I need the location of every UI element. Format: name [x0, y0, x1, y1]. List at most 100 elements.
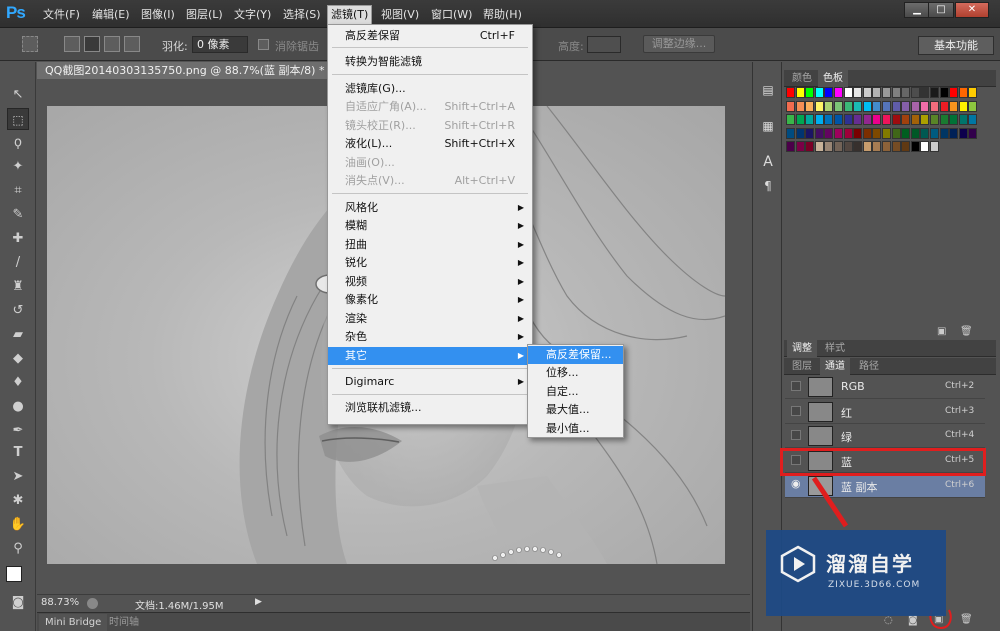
- menu-edit[interactable]: 编辑(E): [89, 7, 133, 23]
- tab-color[interactable]: 颜色: [787, 70, 817, 87]
- color-swatch[interactable]: [862, 100, 872, 112]
- new-swatch-icon[interactable]: ▣: [937, 326, 946, 337]
- menu-item-smart-filter[interactable]: 转换为智能滤镜: [328, 53, 532, 71]
- visibility-toggle[interactable]: [791, 406, 801, 416]
- menu-item-video[interactable]: 视频 ▶: [328, 273, 532, 291]
- color-swatch[interactable]: [949, 114, 959, 125]
- color-swatch[interactable]: [834, 114, 843, 125]
- tab-layers[interactable]: 图层: [787, 358, 817, 375]
- color-swatch[interactable]: [853, 127, 863, 139]
- color-swatch[interactable]: [939, 114, 949, 125]
- menu-help[interactable]: 帮助(H): [480, 7, 525, 23]
- color-swatch[interactable]: [891, 127, 901, 139]
- minimize-icon[interactable]: ▁: [904, 2, 930, 18]
- color-swatch[interactable]: [968, 100, 978, 112]
- submenu-item-maximum[interactable]: 最大值...: [528, 401, 623, 419]
- color-swatch[interactable]: [853, 114, 863, 125]
- brush-tool-icon[interactable]: /: [7, 252, 29, 274]
- color-swatch[interactable]: [872, 87, 882, 98]
- color-swatch[interactable]: [805, 100, 815, 112]
- menu-item-pixelate[interactable]: 像素化 ▶: [328, 291, 532, 309]
- submenu-item-high-pass[interactable]: 高反差保留...: [528, 346, 623, 364]
- color-swatch[interactable]: [920, 114, 930, 125]
- tab-paths[interactable]: 路径: [854, 358, 884, 375]
- color-swatch[interactable]: [920, 141, 930, 152]
- color-swatch[interactable]: [843, 114, 853, 125]
- color-swatch[interactable]: [786, 141, 795, 152]
- color-swatch[interactable]: [901, 114, 911, 125]
- submenu-item-custom[interactable]: 自定...: [528, 383, 623, 401]
- color-swatch[interactable]: [853, 87, 863, 98]
- color-swatch[interactable]: [891, 141, 901, 152]
- color-swatch[interactable]: [834, 127, 843, 139]
- menu-layer[interactable]: 图层(L): [183, 7, 226, 23]
- color-swatch[interactable]: [930, 87, 939, 98]
- subtract-selection-icon[interactable]: [104, 36, 120, 52]
- close-icon[interactable]: ✕: [955, 2, 989, 18]
- path-select-icon[interactable]: ➤: [7, 466, 29, 488]
- color-swatch[interactable]: [843, 87, 853, 98]
- color-swatch[interactable]: [949, 127, 959, 139]
- color-swatch[interactable]: [862, 87, 872, 98]
- color-swatch[interactable]: [862, 141, 872, 152]
- menu-filter[interactable]: 滤镜(T): [327, 5, 373, 25]
- add-selection-icon[interactable]: [84, 36, 100, 52]
- menu-item-filter-gallery[interactable]: 滤镜库(G)...: [328, 80, 532, 98]
- menu-item-noise[interactable]: 杂色 ▶: [328, 328, 532, 346]
- stamp-tool-icon[interactable]: ♜: [7, 276, 29, 298]
- new-selection-icon[interactable]: [64, 36, 80, 52]
- color-swatch[interactable]: [968, 114, 978, 125]
- antialias-checkbox[interactable]: [258, 39, 269, 50]
- color-swatch[interactable]: [786, 87, 795, 98]
- dodge-tool-icon[interactable]: ●: [7, 396, 29, 418]
- channel-row-green[interactable]: 绿 Ctrl+4: [785, 424, 985, 448]
- properties-panel-icon[interactable]: ▦: [758, 116, 778, 136]
- color-swatch[interactable]: [834, 100, 843, 112]
- color-swatch[interactable]: [882, 127, 891, 139]
- color-swatch[interactable]: [843, 127, 853, 139]
- menu-item-render[interactable]: 渲染 ▶: [328, 310, 532, 328]
- color-swatch[interactable]: [862, 114, 872, 125]
- status-info-icon[interactable]: [87, 598, 98, 609]
- color-swatch[interactable]: [958, 127, 968, 139]
- tab-timeline[interactable]: 时间轴: [103, 614, 145, 631]
- maximize-icon[interactable]: □: [928, 2, 954, 18]
- color-swatch[interactable]: [795, 100, 805, 112]
- color-swatch[interactable]: [891, 100, 901, 112]
- color-swatch[interactable]: [901, 100, 911, 112]
- menu-view[interactable]: 视图(V): [378, 7, 422, 23]
- workspace-switcher[interactable]: 基本功能: [918, 36, 994, 55]
- quick-select-tool-icon[interactable]: ✦: [7, 156, 29, 178]
- eraser-tool-icon[interactable]: ▰: [7, 324, 29, 346]
- color-swatch[interactable]: [910, 114, 920, 125]
- refine-edge-button[interactable]: 调整边缘...: [643, 35, 715, 53]
- color-swatch[interactable]: [901, 127, 911, 139]
- color-swatch[interactable]: [930, 114, 939, 125]
- foreground-color-swatch[interactable]: [6, 566, 22, 582]
- color-swatch[interactable]: [968, 87, 978, 98]
- color-swatch[interactable]: [843, 100, 853, 112]
- color-swatch[interactable]: [834, 87, 843, 98]
- menu-item-other[interactable]: 其它 ▶: [328, 347, 532, 365]
- color-swatch[interactable]: [805, 127, 815, 139]
- tab-swatches[interactable]: 色板: [818, 70, 848, 87]
- menu-item-stylize[interactable]: 风格化 ▶: [328, 199, 532, 217]
- color-swatch[interactable]: [843, 141, 853, 152]
- color-swatch[interactable]: [882, 141, 891, 152]
- color-swatch[interactable]: [882, 100, 891, 112]
- color-swatch[interactable]: [824, 127, 834, 139]
- color-swatch[interactable]: [872, 141, 882, 152]
- color-swatch[interactable]: [824, 141, 834, 152]
- color-swatch[interactable]: [939, 127, 949, 139]
- color-swatch[interactable]: [814, 127, 824, 139]
- color-swatch[interactable]: [805, 87, 815, 98]
- color-swatch[interactable]: [872, 114, 882, 125]
- color-swatch[interactable]: [901, 87, 911, 98]
- healing-brush-icon[interactable]: ✚: [7, 228, 29, 250]
- color-swatch[interactable]: [805, 114, 815, 125]
- color-swatch[interactable]: [958, 87, 968, 98]
- eyedropper-tool-icon[interactable]: ✎: [7, 204, 29, 226]
- delete-swatch-icon[interactable]: 🗑: [960, 326, 973, 337]
- lasso-tool-icon[interactable]: ϙ: [7, 132, 29, 154]
- zoom-level[interactable]: 88.73%: [41, 597, 79, 608]
